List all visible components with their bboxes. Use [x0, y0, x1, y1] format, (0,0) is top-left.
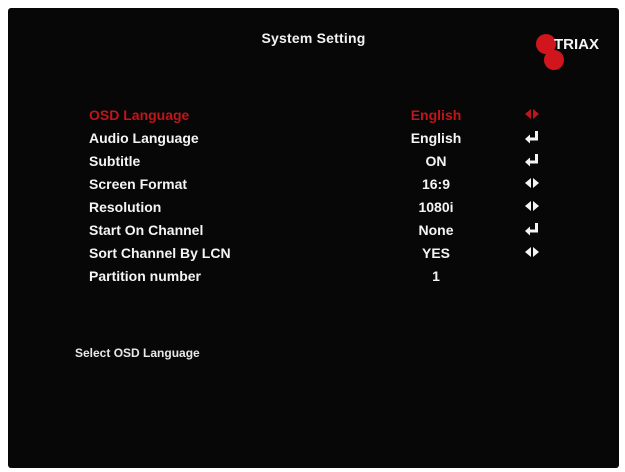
tv-screen: System Setting TRIAX OSD Language English…	[8, 8, 619, 468]
menu-item-label: Subtitle	[89, 153, 141, 169]
left-right-arrows-icon[interactable]	[524, 107, 544, 123]
menu-item-value[interactable]: English	[388, 107, 484, 123]
menu-item-label: Audio Language	[89, 130, 199, 146]
menu-item-value[interactable]: ON	[388, 153, 484, 169]
left-right-arrows-icon[interactable]	[524, 176, 544, 192]
menu-item-audio-language[interactable]: Audio Language English	[8, 127, 619, 150]
menu-item-resolution[interactable]: Resolution 1080i	[8, 196, 619, 219]
menu-item-label: Sort Channel By LCN	[89, 245, 231, 261]
enter-icon[interactable]	[524, 153, 544, 169]
menu-item-value[interactable]: YES	[388, 245, 484, 261]
settings-menu: OSD Language English Audio Language English…	[8, 104, 619, 288]
menu-item-start-on-channel[interactable]: Start On Channel None	[8, 219, 619, 242]
left-right-arrows-icon[interactable]	[524, 245, 544, 261]
menu-item-label: OSD Language	[89, 107, 190, 123]
help-hint: Select OSD Language	[75, 346, 200, 360]
menu-item-sort-channel-by-lcn[interactable]: Sort Channel By LCN YES	[8, 242, 619, 265]
menu-item-label: Start On Channel	[89, 222, 204, 238]
menu-item-value[interactable]: 16:9	[388, 176, 484, 192]
menu-item-label: Resolution	[89, 199, 162, 215]
enter-icon[interactable]	[524, 130, 544, 146]
triax-logo: TRIAX	[518, 30, 608, 80]
menu-item-osd-language[interactable]: OSD Language English	[8, 104, 619, 127]
menu-item-value[interactable]: English	[388, 130, 484, 146]
menu-item-partition-number[interactable]: Partition number 1	[8, 265, 619, 288]
menu-item-value[interactable]: 1080i	[388, 199, 484, 215]
menu-item-screen-format[interactable]: Screen Format 16:9	[8, 173, 619, 196]
left-right-arrows-icon[interactable]	[524, 199, 544, 215]
menu-item-label: Partition number	[89, 268, 202, 284]
menu-item-label: Screen Format	[89, 176, 188, 192]
brand-name: TRIAX	[554, 36, 599, 53]
enter-icon[interactable]	[524, 222, 544, 238]
menu-item-subtitle[interactable]: Subtitle ON	[8, 150, 619, 173]
menu-item-value[interactable]: 1	[388, 268, 484, 284]
menu-item-value[interactable]: None	[388, 222, 484, 238]
